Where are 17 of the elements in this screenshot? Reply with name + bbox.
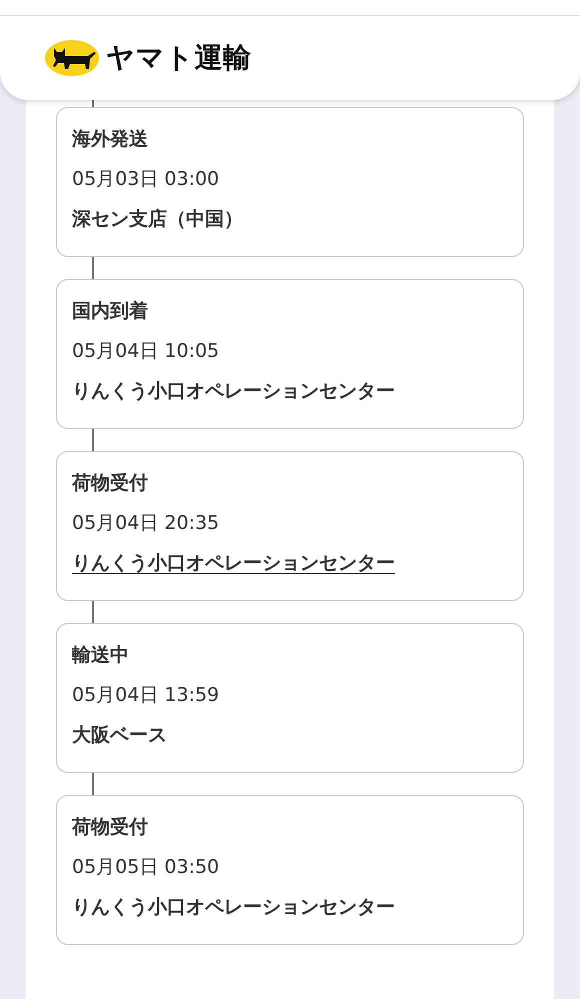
date-time: 05月05日 03:50 [72,855,220,880]
cat-logo-icon [44,39,100,77]
date-time: 05月04日 10:05 [72,339,220,364]
date-time: 05月04日 13:59 [72,683,220,708]
status-label: 荷物受付 [72,815,149,840]
location-label: 大阪ベース [72,723,167,748]
status-label: 荷物受付 [72,471,149,496]
date-time: 05月04日 20:35 [72,511,220,536]
status-label: 輸送中 [72,643,130,668]
location-link[interactable]: りんくう小口オペレーションセンター [72,549,395,577]
location-label: りんくう小口オペレーションセンター [72,379,395,404]
location-label: 深セン支店（中国） [72,207,243,232]
status-label: 海外発送 [72,127,149,152]
date-time: 05月03日 03:00 [72,167,220,192]
status-label: 国内到着 [72,299,149,324]
location-label: りんくう小口オペレーションセンター [72,895,395,920]
logo-text: ヤマト運輸 [106,40,252,76]
